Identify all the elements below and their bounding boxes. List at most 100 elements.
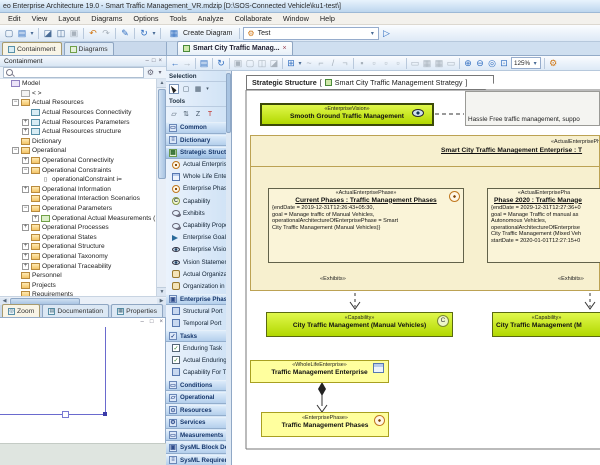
panel-float-icon[interactable]: □ <box>152 56 156 67</box>
expand-toggle-icon[interactable]: + <box>22 253 29 260</box>
snap-icon[interactable]: ▦ <box>433 57 445 69</box>
marquee-tool[interactable]: ▢ <box>181 84 191 94</box>
palette-section-operational[interactable]: ▱Operational <box>166 392 231 404</box>
document-tab[interactable]: Smart City Traffic Manag... × <box>177 41 293 55</box>
expand-toggle-icon[interactable]: + <box>22 157 29 164</box>
expand-toggle-icon[interactable]: + <box>22 224 29 231</box>
expand-toggle-icon[interactable]: + <box>22 119 29 126</box>
ruler-icon[interactable]: ▭ <box>445 57 457 69</box>
tree-item[interactable]: < > <box>0 89 156 99</box>
palette-section-sysml-block-definitio-[interactable]: ▣SysML Block Definitio ... <box>166 442 231 454</box>
whole-life-enterprise-node[interactable]: «WholeLifeEnterprise» Traffic Management… <box>250 360 389 383</box>
tree-item[interactable]: −Operational Constraints <box>0 165 156 175</box>
palette-section-strategic-structure[interactable]: ▦Strategic Structure <box>166 147 231 159</box>
tab-properties[interactable]: ▦Properties <box>111 304 163 317</box>
zoom-panel-close-icon[interactable]: × <box>159 319 163 325</box>
tree-item[interactable]: +Actual Resources Parameters <box>0 117 156 127</box>
expand-toggle-icon[interactable]: + <box>22 186 29 193</box>
multi-select-tool[interactable]: ▦ <box>193 84 203 94</box>
cursor-tool[interactable] <box>169 84 179 94</box>
tree-item[interactable]: Personnel <box>0 271 156 281</box>
text-tool[interactable]: T <box>205 109 215 119</box>
menu-window[interactable]: Window <box>283 13 309 24</box>
page-setup-icon[interactable]: ▢ <box>244 57 256 69</box>
palette-item-enduring-task[interactable]: ✓Enduring Task <box>166 342 231 354</box>
palette-section-common[interactable]: ▭Common <box>166 122 231 134</box>
tree-item[interactable]: +Actual Resources structure <box>0 127 156 137</box>
palette-section-dictionary[interactable]: ≡Dictionary <box>166 135 231 147</box>
tree-item[interactable]: Projects <box>0 280 156 290</box>
tree-item[interactable]: +Operational Information <box>0 185 156 195</box>
panel-close-icon[interactable]: × <box>158 56 162 67</box>
menu-view[interactable]: View <box>32 13 48 24</box>
palette-item-temporal-port[interactable]: Temporal Port <box>166 317 231 329</box>
menu-diagrams[interactable]: Diagrams <box>91 13 122 24</box>
forward-icon[interactable]: → <box>181 57 193 69</box>
tree-item[interactable]: +Operational Traceability <box>0 261 156 271</box>
palette-item-whole-life-enterprise[interactable]: Whole Life Enterprise <box>166 171 231 183</box>
enterprise-phases-node[interactable]: «EnterprisePhase» Traffic Management Pha… <box>261 412 389 437</box>
tree-item[interactable]: +Operational Connectivity <box>0 156 156 166</box>
palette-item-enterprise-goal[interactable]: Enterprise Goal <box>166 232 231 244</box>
zoom-viewport-corner-handle[interactable] <box>103 412 107 416</box>
palette-item-enterprise-phase[interactable]: Enterprise Phase <box>166 183 231 195</box>
capability-mixed-node[interactable]: «Capability» City Traffic Management (M <box>492 312 600 337</box>
expand-toggle-icon[interactable]: + <box>22 128 29 135</box>
tree-item[interactable]: Model <box>0 79 156 89</box>
zoom-panel-minimize-icon[interactable]: – <box>141 319 144 325</box>
ungroup-icon[interactable]: ▫ <box>380 57 392 69</box>
diagram-options-gear-icon[interactable]: ⚙ <box>547 57 559 69</box>
expand-toggle-icon[interactable]: − <box>22 205 29 212</box>
test-search-combo[interactable]: ⚙ Test ▾ <box>243 27 379 40</box>
tree-item[interactable]: −Actual Resources <box>0 98 156 108</box>
current-phases-node[interactable]: «ActualEnterprisePhase» Current Phases :… <box>268 188 464 263</box>
tree-item[interactable]: +Operational Actual Measurements (.xlsx) <box>0 213 156 223</box>
palette-item-capability-for-task[interactable]: Capability For Task <box>166 366 231 378</box>
menu-options[interactable]: Options <box>133 13 158 24</box>
zoom-combo-caret-icon[interactable]: ▾ <box>532 57 538 69</box>
print-icon[interactable]: ◪ <box>42 27 54 39</box>
palette-item-actual-enterprise-p-[interactable]: Actual Enterprise P... <box>166 159 231 171</box>
tab-documentation[interactable]: ▤Documentation <box>42 304 109 317</box>
menu-layout[interactable]: Layout <box>58 13 80 24</box>
palette-section-resources[interactable]: ⊙Resources <box>166 405 231 417</box>
show-containment-icon[interactable]: ▤ <box>198 57 210 69</box>
zoom-in-icon[interactable]: ⊕ <box>462 57 474 69</box>
tab-zoom[interactable]: ◎Zoom <box>2 304 40 317</box>
selection-more-icon[interactable]: ▾ <box>205 84 210 94</box>
capability-manual-node[interactable]: «Capability» City Traffic Management (Ma… <box>266 312 453 337</box>
expand-toggle-icon[interactable]: + <box>22 243 29 250</box>
update-icon[interactable]: ↻ <box>138 27 150 39</box>
save-more-icon[interactable]: ▾ <box>29 27 35 39</box>
oblique-line-icon[interactable]: / <box>327 57 339 69</box>
tab-diagrams[interactable]: Diagrams <box>64 42 114 55</box>
create-diagram-button[interactable]: ▦ Create Diagram <box>164 27 236 40</box>
zoom-level-combo[interactable]: 125%▾ <box>511 57 541 69</box>
tree-vscroll-thumb[interactable] <box>158 89 166 179</box>
palette-item-vision-statement[interactable]: Vision Statement <box>166 256 231 268</box>
palette-item-capability-property[interactable]: Capability Property <box>166 219 231 231</box>
tab-containment[interactable]: Containment <box>2 42 62 55</box>
tree-item[interactable]: −Operational <box>0 146 156 156</box>
tree-item[interactable]: {}operationalConstraint i= <box>0 175 156 185</box>
tree-item[interactable]: Actual Resources Connectivity <box>0 108 156 118</box>
zoom-viewport-rectangle[interactable] <box>0 327 106 415</box>
paste-icon[interactable]: ▣ <box>232 57 244 69</box>
vision-statement-note[interactable]: Hassle Free traffic management, suppo <box>465 91 600 126</box>
shape-tool[interactable]: Z <box>193 109 203 119</box>
zoom-fit-icon[interactable]: ◎ <box>486 57 498 69</box>
diagram-canvas[interactable]: Strategic Structure [ Smart City Traffic… <box>232 71 600 465</box>
menu-help[interactable]: Help <box>320 13 335 24</box>
palette-section-tasks[interactable]: ✓Tasks <box>166 330 231 342</box>
zoom-viewport-handle[interactable] <box>62 411 69 418</box>
palette-section-measurements[interactable]: ▭Measurements <box>166 430 231 442</box>
tree-vertical-scrollbar[interactable]: ▲ ▼ <box>156 79 166 296</box>
menu-tools[interactable]: Tools <box>170 13 187 24</box>
tree-item[interactable]: −Operational Parameters <box>0 204 156 214</box>
palette-item-enterprise-vision[interactable]: Enterprise Vision <box>166 244 231 256</box>
new-project-icon[interactable]: ▢ <box>3 27 15 39</box>
group-icon[interactable]: ▫ <box>368 57 380 69</box>
update-more-icon[interactable]: ▾ <box>151 27 157 39</box>
separator-tool[interactable]: ⇅ <box>181 109 191 119</box>
tree-item[interactable]: +Operational Taxonomy <box>0 252 156 262</box>
